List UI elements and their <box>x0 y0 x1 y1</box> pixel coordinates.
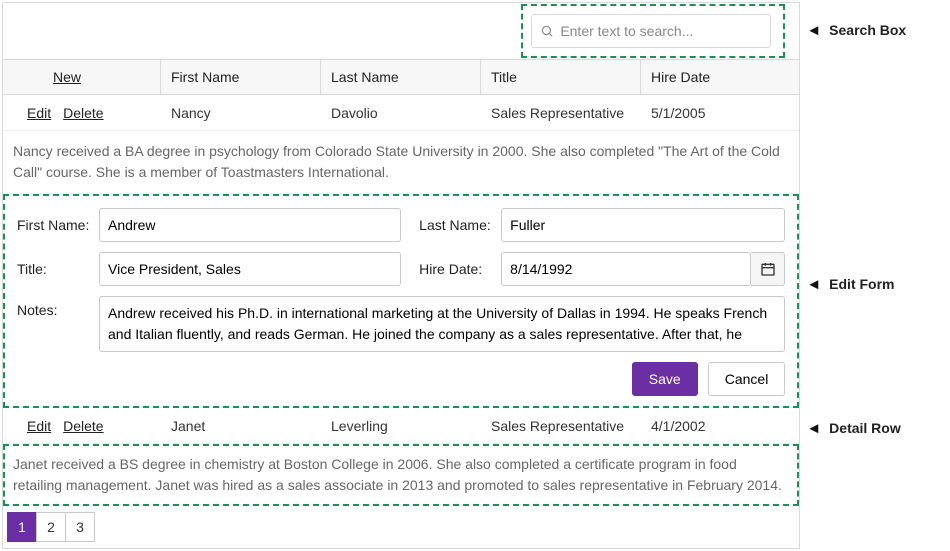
notes-label: Notes: <box>17 296 99 318</box>
delete-link[interactable]: Delete <box>63 105 103 121</box>
data-grid: Enter text to search... New First Name L… <box>2 2 800 549</box>
pager: 1 2 3 <box>3 506 799 548</box>
search-bar: Enter text to search... <box>3 3 799 59</box>
callout-edit-form: Edit Form <box>829 276 894 292</box>
column-header-last-name[interactable]: Last Name <box>321 60 481 94</box>
cell-hire-date: 4/1/2002 <box>641 408 799 443</box>
column-header-title[interactable]: Title <box>481 60 641 94</box>
edit-link[interactable]: Edit <box>27 418 51 434</box>
cell-last-name: Davolio <box>321 95 481 130</box>
search-placeholder: Enter text to search... <box>560 23 693 39</box>
search-box-highlight: Enter text to search... <box>521 4 785 58</box>
hire-date-label: Hire Date: <box>419 261 501 277</box>
callout-search-box: Search Box <box>829 22 906 38</box>
page-3[interactable]: 3 <box>65 512 95 542</box>
arrow-left-icon: ◄ <box>806 277 821 292</box>
last-name-label: Last Name: <box>419 217 501 233</box>
title-field[interactable] <box>99 252 401 286</box>
calendar-icon <box>760 261 776 277</box>
new-link[interactable]: New <box>53 69 81 85</box>
detail-row: Nancy received a BA degree in psychology… <box>3 131 799 194</box>
edit-form-highlight: First Name: Last Name: Title: Hire Date: <box>3 194 799 408</box>
delete-link[interactable]: Delete <box>63 418 103 434</box>
hire-date-field[interactable] <box>501 252 751 286</box>
cell-title: Sales Representative <box>481 408 641 443</box>
callouts-panel: ◄ Search Box ◄ Edit Form ◄ Detail Row <box>800 2 948 436</box>
header-row: New First Name Last Name Title Hire Date <box>3 59 799 95</box>
cell-title: Sales Representative <box>481 95 641 130</box>
detail-row-highlight: Janet received a BS degree in chemistry … <box>3 444 799 506</box>
cancel-button[interactable]: Cancel <box>708 362 786 396</box>
last-name-field[interactable] <box>501 208 785 242</box>
first-name-field[interactable] <box>99 208 401 242</box>
first-name-label: First Name: <box>17 217 99 233</box>
search-input[interactable]: Enter text to search... <box>531 14 771 48</box>
page-1[interactable]: 1 <box>7 512 37 542</box>
cell-first-name: Nancy <box>161 95 321 130</box>
calendar-button[interactable] <box>751 252 785 286</box>
cell-first-name: Janet <box>161 408 321 443</box>
callout-detail-row: Detail Row <box>829 420 901 436</box>
arrow-left-icon: ◄ <box>806 421 821 436</box>
cell-hire-date: 5/1/2005 <box>641 95 799 130</box>
table-row: Edit Delete Nancy Davolio Sales Represen… <box>3 95 799 131</box>
column-header-hire-date[interactable]: Hire Date <box>641 60 799 94</box>
notes-field[interactable] <box>99 296 785 352</box>
arrow-left-icon: ◄ <box>806 23 821 38</box>
page-2[interactable]: 2 <box>36 512 66 542</box>
table-row: Edit Delete Janet Leverling Sales Repres… <box>3 408 799 444</box>
save-button[interactable]: Save <box>632 362 698 396</box>
title-label: Title: <box>17 261 99 277</box>
search-icon <box>540 24 554 38</box>
column-header-first-name[interactable]: First Name <box>161 60 321 94</box>
edit-link[interactable]: Edit <box>27 105 51 121</box>
cell-last-name: Leverling <box>321 408 481 443</box>
